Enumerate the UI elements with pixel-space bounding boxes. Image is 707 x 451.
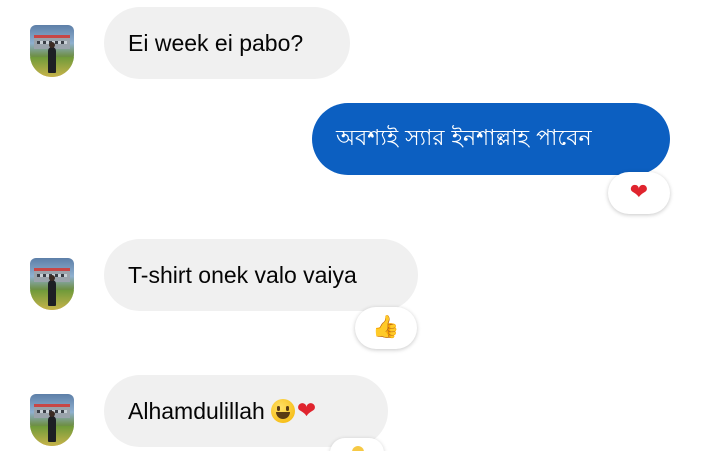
avatar-photo-person xyxy=(48,275,56,306)
heart-emoji-icon: ❤ xyxy=(296,398,317,424)
message-bubble-incoming[interactable]: Ei week ei pabo? xyxy=(104,7,350,79)
message-bubble-outgoing[interactable]: অবশ্যই স্যার ইনশাল্লাহ পাবেন xyxy=(312,103,670,175)
avatar-photo-person xyxy=(48,42,56,73)
message-reaction[interactable]: ❤ xyxy=(608,172,670,214)
heart-reaction-icon: ❤ xyxy=(629,180,649,205)
message-bubble-incoming[interactable]: T-shirt onek valo vaiya xyxy=(104,239,418,311)
sender-avatar[interactable] xyxy=(30,25,74,77)
sender-avatar[interactable] xyxy=(30,394,74,446)
message-reaction[interactable]: 👍 xyxy=(355,307,417,349)
message-text: অবশ্যই স্যার ইনশাল্লাহ পাবেন xyxy=(336,125,592,151)
message-bubble-incoming[interactable]: Alhamdulillah ❤ xyxy=(104,375,388,447)
thumbs-up-reaction-icon: 👍 xyxy=(372,315,400,340)
message-reaction-partial[interactable] xyxy=(330,438,384,451)
message-text: Ei week ei pabo? xyxy=(128,29,304,56)
message-text: T-shirt onek valo vaiya xyxy=(128,261,357,288)
sender-avatar[interactable] xyxy=(30,258,74,310)
grinning-face-emoji-icon xyxy=(270,399,295,423)
message-text: Alhamdulillah xyxy=(128,397,265,424)
avatar-photo-person xyxy=(48,411,56,442)
